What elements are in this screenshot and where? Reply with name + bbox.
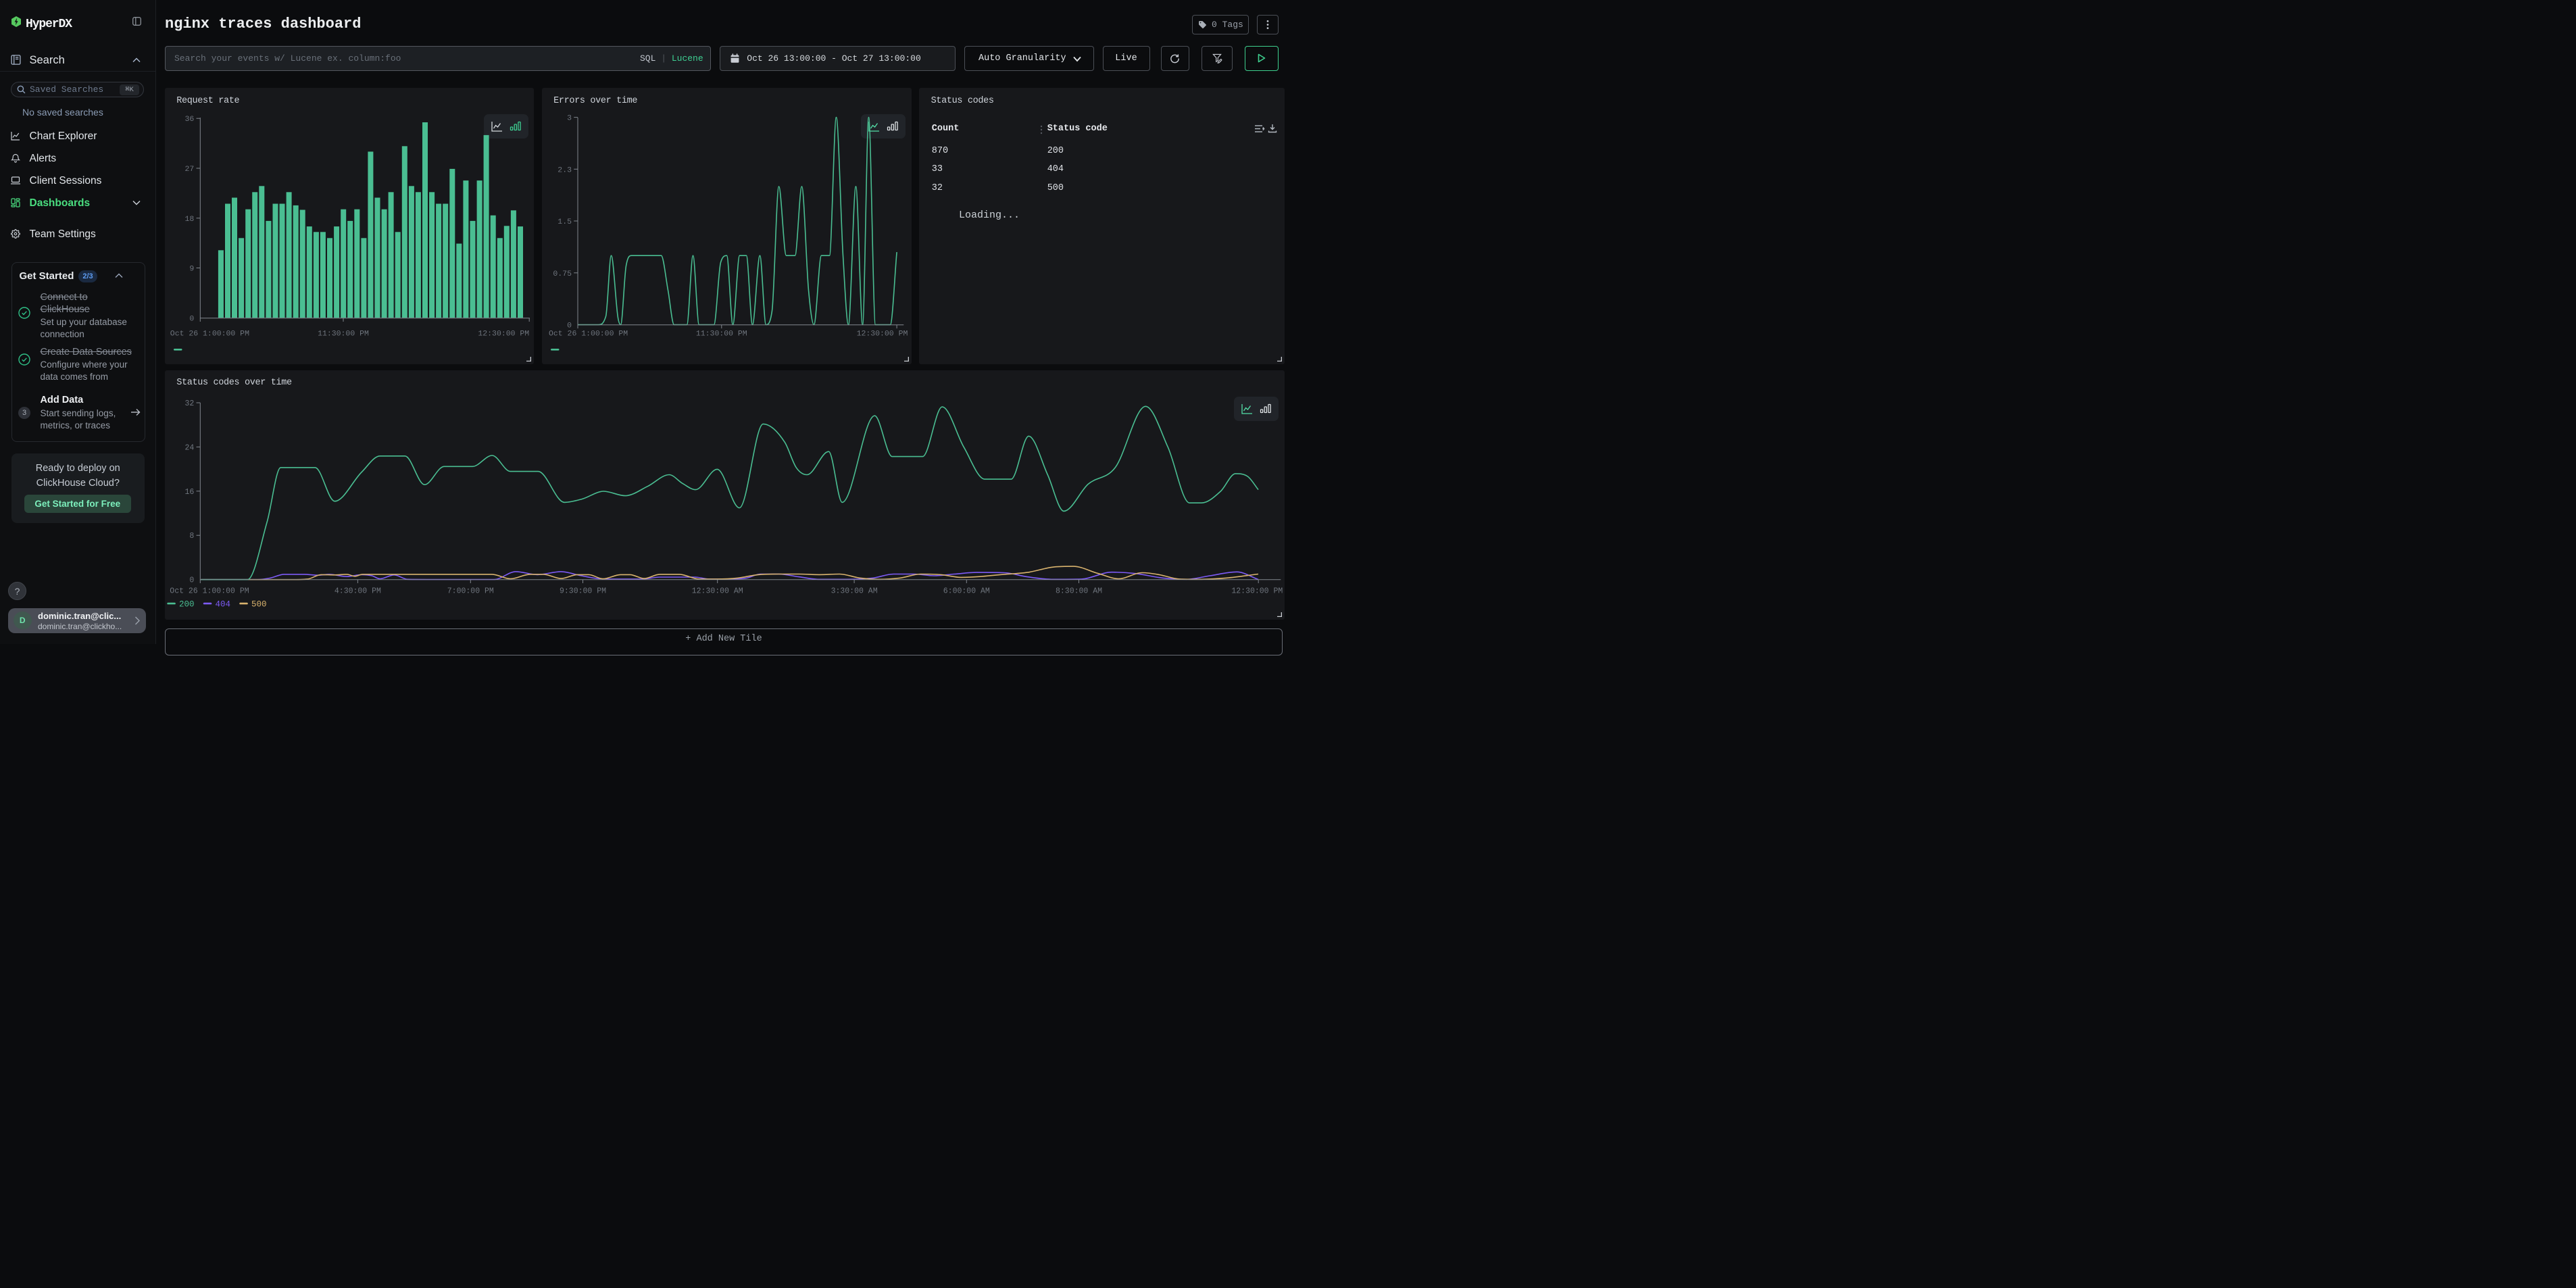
svg-text:1.5: 1.5 <box>558 218 572 226</box>
svg-text:0: 0 <box>189 314 194 323</box>
svg-text:3:30:00 AM: 3:30:00 AM <box>831 587 877 595</box>
svg-text:8: 8 <box>189 532 194 541</box>
svg-text:9:30:00 PM: 9:30:00 PM <box>560 587 606 595</box>
svg-text:8:30:00 AM: 8:30:00 AM <box>1056 587 1102 595</box>
svg-text:12:30:00 PM: 12:30:00 PM <box>856 329 908 338</box>
svg-text:9: 9 <box>189 264 194 273</box>
svg-text:Oct 26 1:00:00 PM: Oct 26 1:00:00 PM <box>548 329 627 338</box>
svg-text:18: 18 <box>184 215 194 224</box>
svg-text:6:00:00 AM: 6:00:00 AM <box>943 587 989 595</box>
svg-text:12:30:00 PM: 12:30:00 PM <box>478 329 529 338</box>
svg-text:27: 27 <box>184 165 194 174</box>
svg-text:200: 200 <box>179 599 195 609</box>
svg-text:4:30:00 PM: 4:30:00 PM <box>335 587 381 595</box>
svg-text:11:30:00 PM: 11:30:00 PM <box>695 329 747 338</box>
svg-text:36: 36 <box>184 115 194 124</box>
svg-text:32: 32 <box>184 399 194 408</box>
svg-text:0.75: 0.75 <box>553 270 572 278</box>
svg-text:11:30:00 PM: 11:30:00 PM <box>318 329 369 338</box>
svg-text:2.3: 2.3 <box>558 166 572 174</box>
svg-text:16: 16 <box>184 488 194 497</box>
svg-text:24: 24 <box>184 443 194 452</box>
svg-text:12:30:00 PM: 12:30:00 PM <box>1231 587 1283 595</box>
svg-text:Oct 26 1:00:00 PM: Oct 26 1:00:00 PM <box>170 587 249 595</box>
svg-text:404: 404 <box>215 599 230 609</box>
svg-text:12:30:00 AM: 12:30:00 AM <box>691 587 743 595</box>
svg-text:Oct 26 1:00:00 PM: Oct 26 1:00:00 PM <box>170 329 249 338</box>
svg-text:500: 500 <box>251 599 267 609</box>
svg-text:7:00:00 PM: 7:00:00 PM <box>447 587 493 595</box>
svg-text:0: 0 <box>189 576 194 585</box>
svg-text:3: 3 <box>567 114 572 123</box>
